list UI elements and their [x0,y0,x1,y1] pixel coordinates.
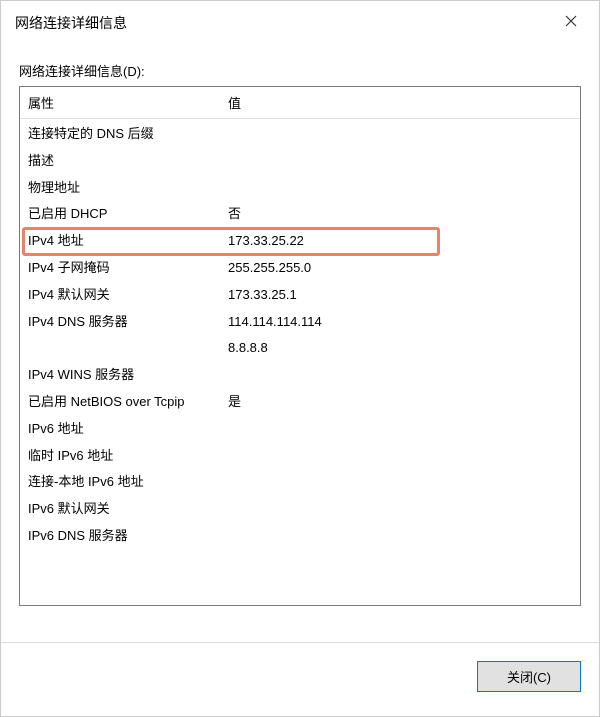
value-cell: 173.33.25.1 [220,285,580,306]
property-cell: IPv6 默认网关 [20,499,220,520]
property-cell: 已启用 NetBIOS over Tcpip [20,392,220,413]
value-cell: 是 [220,392,580,413]
property-cell: IPv4 默认网关 [20,285,220,306]
property-cell: 已启用 DHCP [20,204,220,225]
table-row[interactable]: IPv6 DNS 服务器 [20,523,580,550]
button-row: 关闭(C) [1,643,599,716]
property-cell: IPv4 WINS 服务器 [20,365,220,386]
column-header-property[interactable]: 属性 [20,91,220,114]
details-scroll[interactable]: 属性 值 连接特定的 DNS 后缀描述物理地址已启用 DHCP否IPv4 地址1… [20,87,580,605]
content-area: 网络连接详细信息(D): 属性 值 连接特定的 DNS 后缀描述物理地址已启用 … [1,49,599,624]
table-row[interactable]: 8.8.8.8 [20,335,580,362]
close-button[interactable]: 关闭(C) [477,661,581,692]
window-title: 网络连接详细信息 [15,13,127,33]
property-cell: 描述 [20,151,220,172]
window-close-button[interactable] [557,9,585,37]
table-row[interactable]: 已启用 NetBIOS over Tcpip是 [20,389,580,416]
value-cell: 8.8.8.8 [220,338,580,359]
close-icon [565,14,577,32]
value-cell [220,499,580,520]
value-cell [220,526,580,547]
table-row[interactable]: 物理地址 [20,175,580,202]
details-list: 属性 值 连接特定的 DNS 后缀描述物理地址已启用 DHCP否IPv4 地址1… [19,86,581,606]
table-row[interactable]: 连接特定的 DNS 后缀 [20,121,580,148]
table-row[interactable]: IPv6 默认网关 [20,496,580,523]
value-cell [220,151,580,172]
table-row[interactable]: 临时 IPv6 地址 [20,443,580,470]
column-header-value[interactable]: 值 [220,91,580,114]
value-cell [220,178,580,199]
table-row[interactable]: 连接-本地 IPv6 地址 [20,469,580,496]
property-cell: IPv4 DNS 服务器 [20,312,220,333]
details-label: 网络连接详细信息(D): [19,61,581,80]
value-cell: 否 [220,204,580,225]
value-cell [220,472,580,493]
table-row[interactable]: IPv4 默认网关173.33.25.1 [20,282,580,309]
value-cell [220,419,580,440]
value-cell [220,124,580,145]
property-cell: IPv6 地址 [20,419,220,440]
column-header-row: 属性 值 [20,87,580,119]
table-row[interactable]: IPv4 DNS 服务器114.114.114.114 [20,309,580,336]
property-cell [20,338,220,359]
table-row[interactable]: IPv6 地址 [20,416,580,443]
table-row[interactable]: 已启用 DHCP否 [20,201,580,228]
value-cell [220,446,580,467]
property-cell: 连接-本地 IPv6 地址 [20,472,220,493]
property-cell: IPv6 DNS 服务器 [20,526,220,547]
property-cell: 临时 IPv6 地址 [20,446,220,467]
property-cell: 物理地址 [20,178,220,199]
property-cell: IPv4 地址 [20,231,220,252]
value-cell: 114.114.114.114 [220,312,580,333]
table-row[interactable]: IPv4 WINS 服务器 [20,362,580,389]
value-cell [220,365,580,386]
dialog-window: 网络连接详细信息 网络连接详细信息(D): 属性 值 连接特定的 DNS 后缀描… [0,0,600,717]
property-cell: 连接特定的 DNS 后缀 [20,124,220,145]
titlebar: 网络连接详细信息 [1,1,599,49]
property-cell: IPv4 子网掩码 [20,258,220,279]
value-cell: 255.255.255.0 [220,258,580,279]
table-row[interactable]: 描述 [20,148,580,175]
table-row[interactable]: IPv4 子网掩码255.255.255.0 [20,255,580,282]
table-row[interactable]: IPv4 地址173.33.25.22 [20,228,580,255]
value-cell: 173.33.25.22 [220,231,580,252]
